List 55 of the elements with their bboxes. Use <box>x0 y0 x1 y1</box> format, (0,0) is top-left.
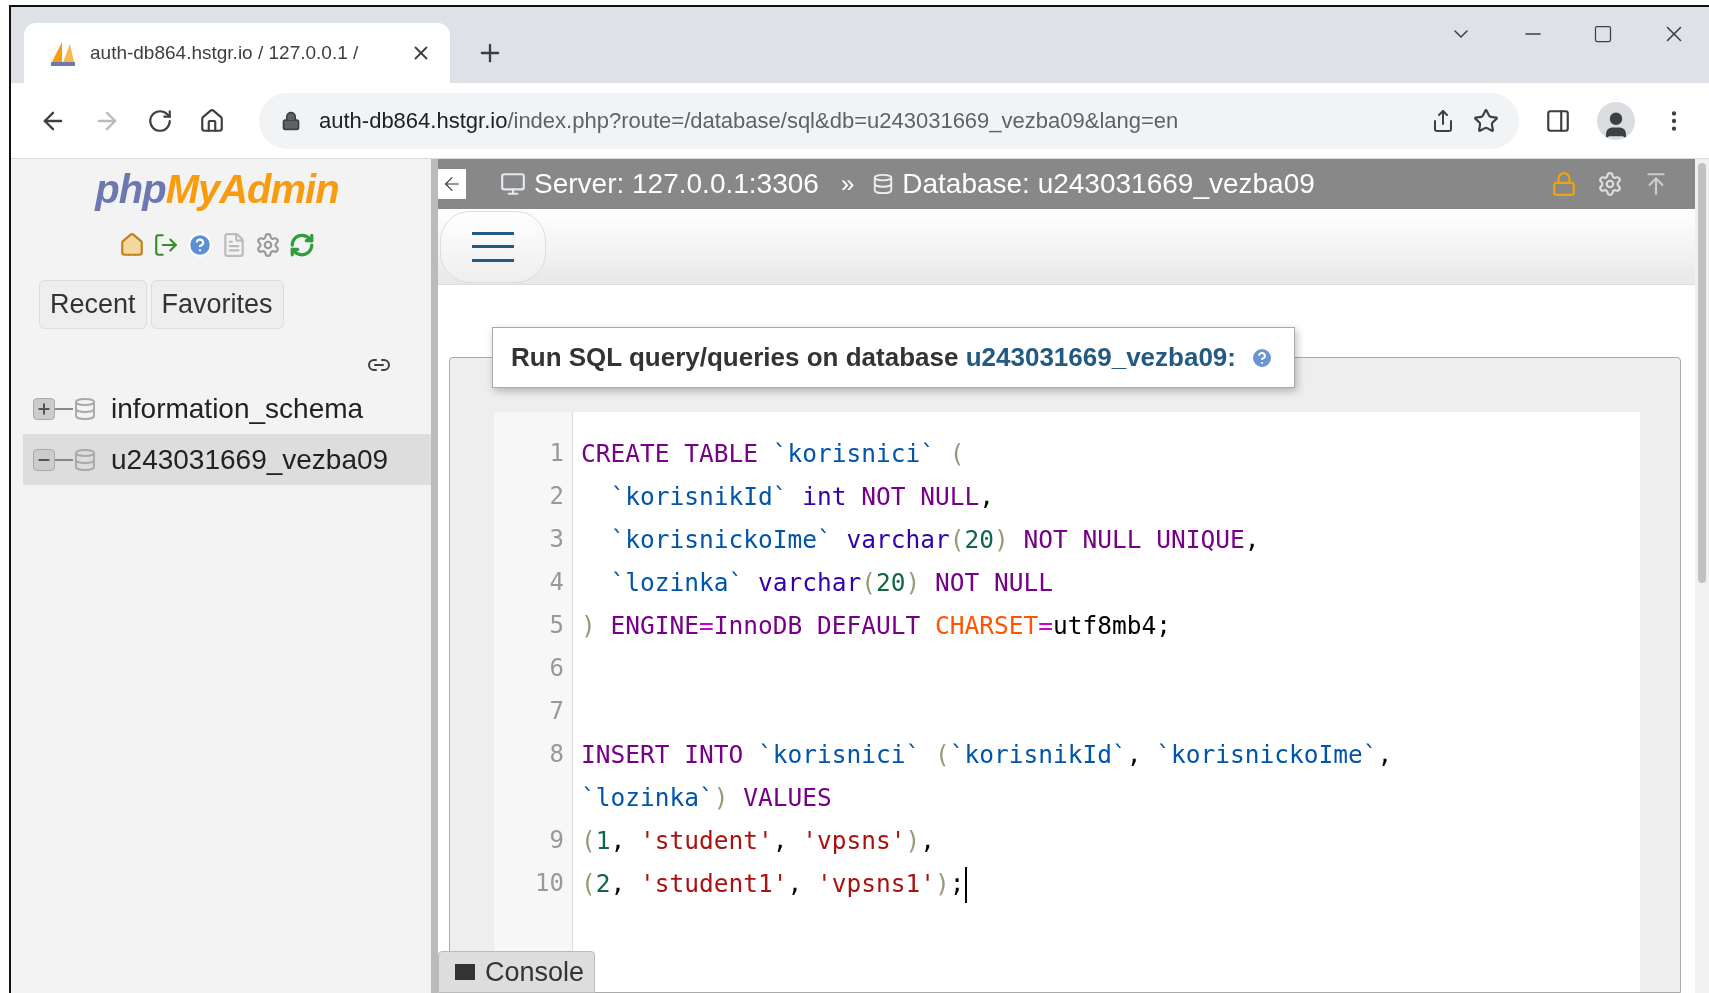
profile-avatar[interactable] <box>1597 101 1635 140</box>
reload-icon[interactable] <box>147 107 173 134</box>
line-number: 9 <box>548 825 565 856</box>
lock-icon <box>281 110 301 131</box>
gear-icon[interactable] <box>1597 171 1623 197</box>
collapse-icon[interactable] <box>33 448 55 471</box>
line-number: 2 <box>548 481 565 512</box>
database-icon <box>73 396 97 421</box>
database-icon <box>872 173 895 195</box>
console-icon <box>455 964 475 980</box>
line-number: 5 <box>548 610 565 641</box>
sidebar-tab[interactable]: Favorites <box>150 280 284 329</box>
database-link[interactable]: u243031669_vezba09: <box>965 342 1236 372</box>
line-number: 8 <box>548 739 565 770</box>
line-number: 10 <box>534 868 565 899</box>
menu-button[interactable] <box>440 210 546 283</box>
share-icon[interactable] <box>1431 108 1455 133</box>
line-number: 6 <box>548 653 565 684</box>
menu-icon <box>472 231 514 262</box>
home-icon[interactable] <box>199 107 225 134</box>
code-line: INSERT INTO `korisnici` (`korisnikId`, `korisnickoIme`, `lozinka`) VALUES <box>580 739 1394 814</box>
code-line: `lozinka` varchar(20) NOT NULL <box>609 567 1055 599</box>
scrollbar[interactable] <box>1695 159 1709 993</box>
star-icon[interactable] <box>1473 107 1499 134</box>
exit-icon[interactable] <box>153 232 179 258</box>
database-icon <box>73 447 97 472</box>
database-link[interactable]: Database: u243031669_vezba09 <box>902 168 1315 200</box>
code-line: (1, 'student', 'vpsns'), <box>580 825 937 857</box>
expand-icon[interactable] <box>33 397 55 420</box>
line-number: 4 <box>548 567 565 598</box>
code-line: `korisnickoIme` varchar(20) NOT NULL UNIQUE, <box>609 524 1261 556</box>
line-number: 3 <box>548 524 565 555</box>
code-line: (2, 'student1', 'vpsns1'); <box>573 862 1473 905</box>
logo[interactable]: phpMyAdmin <box>95 167 339 212</box>
code-line: `korisnikId` int NOT NULL, <box>609 481 996 513</box>
code-line: ) ENGINE=InnoDB DEFAULT CHARSET=utf8mb4; <box>580 610 1173 642</box>
address-bar[interactable]: auth-db864.hstgr.io/index.php?route=/database/sql&db=u243031669_vezba09&lang=en <box>259 92 1519 149</box>
server-link[interactable]: Server: 127.0.0.1:3306 <box>534 168 819 200</box>
sidebar-tab[interactable]: Recent <box>39 280 147 329</box>
side-panel-icon[interactable] <box>1545 107 1571 134</box>
maximize-icon[interactable] <box>1593 24 1613 44</box>
database-tree-item[interactable]: u243031669_vezba09 <box>23 434 431 485</box>
tab-title: auth-db864.hstgr.io / 127.0.0.1 / <box>90 42 360 64</box>
gear-icon[interactable] <box>255 232 281 258</box>
code-line: CREATE TABLE `korisnici` ( <box>580 438 966 470</box>
url-text: auth-db864.hstgr.io/index.php?route=/database/sql&db=u243031669_vezba09&lang=en <box>319 107 1180 134</box>
help-icon[interactable] <box>187 232 213 258</box>
console-tab[interactable]: Console <box>438 951 596 993</box>
server-icon <box>500 171 526 197</box>
line-number: 7 <box>548 696 565 727</box>
query-title: Run SQL query/queries on database u243031669_vezba09: <box>511 342 1236 373</box>
breadcrumb-separator: » <box>840 170 855 198</box>
browser-tab[interactable]: auth-db864.hstgr.io / 127.0.0.1 / <box>24 23 450 83</box>
database-tree-item[interactable]: information_schema <box>23 383 431 434</box>
line-number: 1 <box>548 438 565 469</box>
